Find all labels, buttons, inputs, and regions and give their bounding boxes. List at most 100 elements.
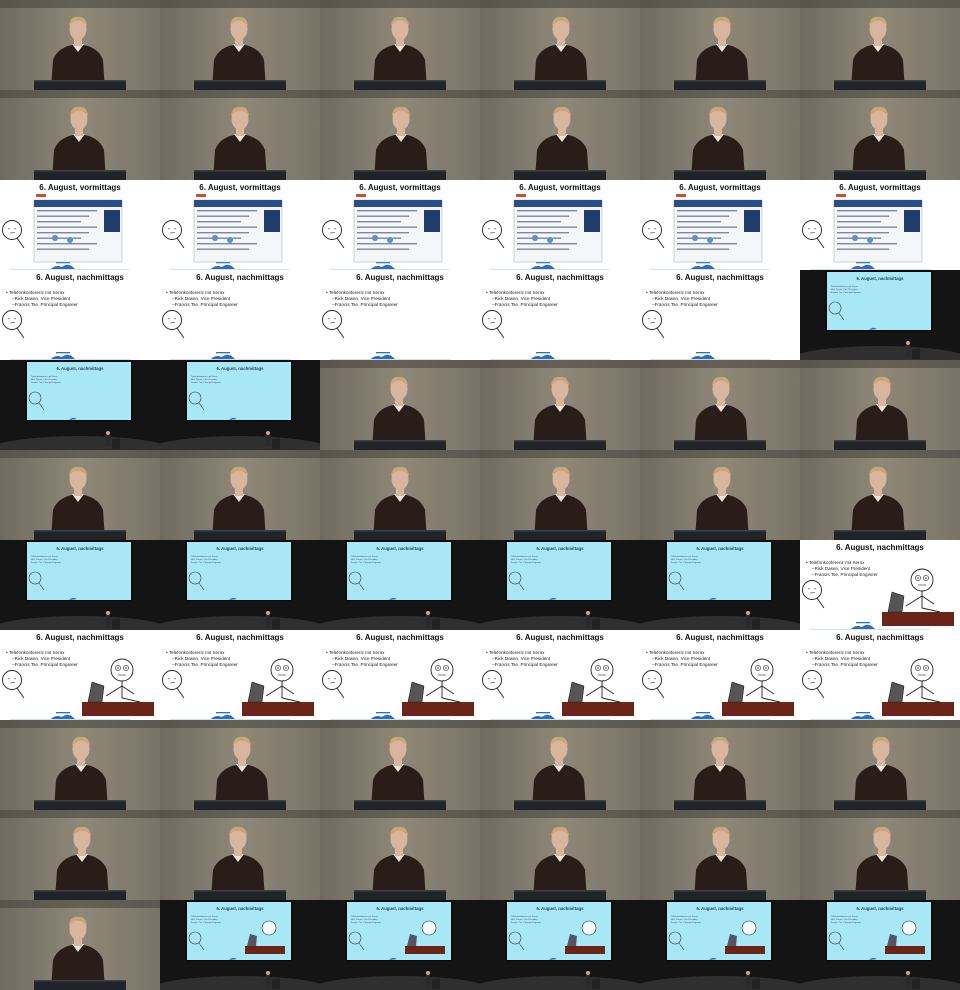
website-screenshot <box>353 194 443 263</box>
slide-sub-bullet: Francis Tse, Principal Engineer <box>6 662 78 668</box>
speaker-video-frame <box>320 810 480 900</box>
projector-hall-frame <box>640 900 800 990</box>
thumbnail-cell: 6. August, nachmittags Telefonkonferenz … <box>320 540 480 630</box>
slide-bullets: Telefonkonferenz mit Xerox Rick Dasen, V… <box>806 560 878 578</box>
speaker-at-lectern <box>426 975 430 987</box>
thumbnail-cell <box>160 450 320 540</box>
projector-hall-frame <box>160 360 320 450</box>
slide-sub-bullet: Francis Tse, Principal Engineer <box>646 302 718 308</box>
projected-sub-bullet: Francis Tse, Principal Engineer <box>511 562 542 564</box>
website-screenshot <box>193 194 283 263</box>
projector-hall-frame <box>160 900 320 990</box>
slide-sub-bullet: Francis Tse, Principal Engineer <box>166 662 238 668</box>
speaker-video-frame <box>320 360 480 450</box>
projector-hall-frame <box>0 540 160 630</box>
speaker-at-lectern <box>266 615 270 627</box>
thumbnail-cell: 6. August, nachmittags Telefonkonferenz … <box>480 270 640 360</box>
thumbnail-grid: 6. August, vormittags 6. August, vormitt… <box>0 0 960 990</box>
slide-bullets: Telefonkonferenz mit Xerox Rick Dasen, V… <box>646 290 718 308</box>
slide-frame <box>800 180 960 270</box>
thumbnail-cell <box>0 0 160 90</box>
speaker-video-frame <box>160 450 320 540</box>
projected-slide-title: 6. August, nachmittags <box>216 546 264 551</box>
speaker-video-frame <box>320 720 480 810</box>
slide-frame <box>160 270 320 360</box>
slide-frame <box>640 270 800 360</box>
slide-sub-bullet: Francis Tse, Principal Engineer <box>806 662 878 668</box>
speaker-video-frame <box>800 360 960 450</box>
slide-frame <box>0 270 160 360</box>
thumbnail-cell <box>800 0 960 90</box>
slide-sub-bullet: Francis Tse, Principal Engineer <box>806 572 878 578</box>
projected-slide-text: Telefonkonferenz mit Xerox Rick Dasen, V… <box>351 556 381 565</box>
speaker-at-lectern <box>266 975 270 987</box>
speaker-video-frame <box>0 90 160 180</box>
website-screenshot <box>513 194 603 263</box>
thumbnail-cell <box>480 90 640 180</box>
thumbnail-cell: 6. August, nachmittags Telefonkonferenz … <box>320 270 480 360</box>
projected-slide-title: 6. August, nachmittags <box>536 906 584 911</box>
projector-hall-frame <box>320 900 480 990</box>
projected-sub-bullet: Francis Tse, Principal Engineer <box>191 922 222 924</box>
thumbnail-cell <box>320 450 480 540</box>
projector-hall-frame <box>800 900 960 990</box>
slide-bullets: Telefonkonferenz mit Xerox Rick Dasen, V… <box>326 290 398 308</box>
speaker-at-lectern <box>746 615 750 627</box>
projected-slide-text: Telefonkonferenz mit Xerox Rick Dasen, V… <box>671 916 701 925</box>
slide-sub-bullet: Francis Tse, Principal Engineer <box>486 302 558 308</box>
website-screenshot <box>33 194 123 263</box>
slide-bullets: Telefonkonferenz mit Xerox Rick Dasen, V… <box>646 650 718 668</box>
speaker-video-frame <box>640 810 800 900</box>
projected-sub-bullet: Francis Tse, Principal Engineer <box>831 292 862 294</box>
thumbnail-cell: 6. August, nachmittags Telefonkonferenz … <box>160 360 320 450</box>
speaker-video-frame <box>800 90 960 180</box>
speaker-video-frame <box>480 450 640 540</box>
speaker-video-frame <box>480 810 640 900</box>
thumbnail-cell: 6. August, nachmittags Telefonkonferenz … <box>800 270 960 360</box>
speaker-at-lectern <box>106 615 110 627</box>
projected-slide-title: 6. August, nachmittags <box>376 546 424 551</box>
slide-frame <box>640 180 800 270</box>
thumbnail-cell: 6. August, nachmittags Telefonkonferenz … <box>320 630 480 720</box>
slide-frame <box>480 630 640 720</box>
thumbnail-cell: 6. August, nachmittags Telefonkonferenz … <box>160 900 320 990</box>
thumbnail-cell <box>480 720 640 810</box>
thumbnail-cell: 6. August, nachmittags Telefonkonferenz … <box>480 900 640 990</box>
projected-slide-title: 6. August, nachmittags <box>696 546 744 551</box>
slide-frame <box>160 630 320 720</box>
slide-frame <box>640 630 800 720</box>
projector-hall-frame <box>320 540 480 630</box>
slide-sub-bullet: Francis Tse, Principal Engineer <box>6 302 78 308</box>
thumbnail-cell: 6. August, vormittags <box>640 180 800 270</box>
thumbnail-cell: 6. August, nachmittags Telefonkonferenz … <box>0 630 160 720</box>
thumbnail-cell: 6. August, nachmittags Telefonkonferenz … <box>320 900 480 990</box>
speaker-video-frame <box>480 720 640 810</box>
slide-frame <box>800 630 960 720</box>
slide-bullets: Telefonkonferenz mit Xerox Rick Dasen, V… <box>6 650 78 668</box>
projected-slide-text: Telefonkonferenz mit Xerox Rick Dasen, V… <box>351 916 381 925</box>
thumbnail-cell <box>160 90 320 180</box>
slide-bullets: Telefonkonferenz mit Xerox Rick Dasen, V… <box>6 290 78 308</box>
slide-sub-bullet: Francis Tse, Principal Engineer <box>326 662 398 668</box>
slide-title: 6. August, vormittags <box>679 183 761 192</box>
thumbnail-cell <box>160 810 320 900</box>
speaker-video-frame <box>160 720 320 810</box>
thumbnail-cell: 6. August, vormittags <box>480 180 640 270</box>
thumbnail-cell: 6. August, nachmittags Telefonkonferenz … <box>640 270 800 360</box>
slide-title: 6. August, nachmittags <box>676 273 764 282</box>
slide-bullets: Telefonkonferenz mit Xerox Rick Dasen, V… <box>166 650 238 668</box>
thumbnail-cell <box>320 810 480 900</box>
thumbnail-cell: 6. August, nachmittags Telefonkonferenz … <box>0 270 160 360</box>
website-screenshot <box>833 194 923 263</box>
slide-frame <box>0 630 160 720</box>
slide-bullets: Telefonkonferenz mit Xerox Rick Dasen, V… <box>166 290 238 308</box>
thumbnail-cell <box>640 0 800 90</box>
projector-hall-frame <box>480 900 640 990</box>
thumbnail-cell <box>480 810 640 900</box>
projected-slide-text: Telefonkonferenz mit Xerox Rick Dasen, V… <box>31 556 61 565</box>
website-screenshot <box>673 194 763 263</box>
thumbnail-cell <box>320 720 480 810</box>
slide-title: 6. August, nachmittags <box>356 273 444 282</box>
slide-title: 6. August, nachmittags <box>836 543 924 552</box>
speaker-video-frame <box>320 90 480 180</box>
